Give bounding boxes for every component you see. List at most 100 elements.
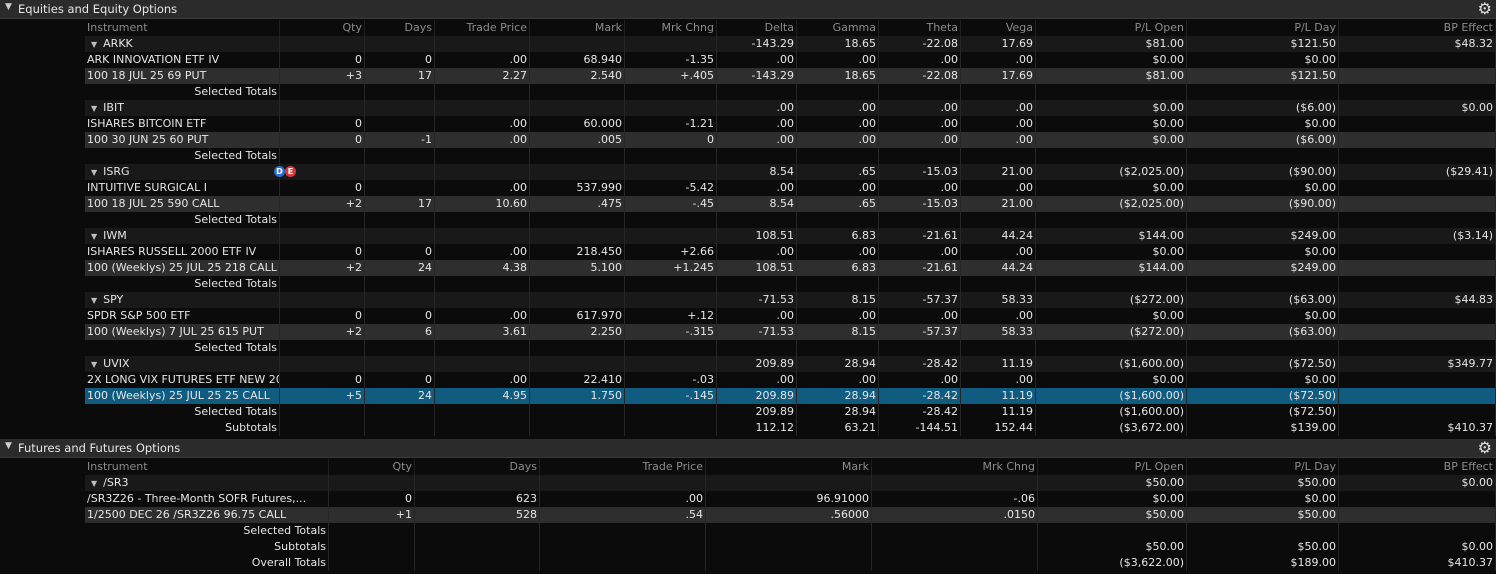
group-symbol[interactable]: ▼ IWM [85, 228, 280, 244]
position-group-spy[interactable]: ▼ SPY -71.53 8.15 -57.37 58.33 ($272.00) ($63.0… [85, 292, 1496, 308]
summary-cell: $81.00 [1036, 36, 1187, 52]
total-cell [1036, 148, 1187, 164]
total-cell [797, 148, 879, 164]
value-cell: 60.000 [530, 116, 625, 132]
value-cell: .54 [540, 507, 706, 523]
option-position-row[interactable]: 100 18 JUL 25 69 PUT +3 17 2.27 2.540 +.405 -1… [85, 68, 1496, 84]
summary-cell: -22.08 [879, 36, 961, 52]
underlying-row[interactable]: 2X LONG VIX FUTURES ETF NEW 2025 0 0.00 22.… [85, 372, 1496, 388]
total-cell [540, 523, 706, 539]
option-position-row[interactable]: 100 (Weeklys) 7 JUL 25 615 PUT +2 6 3.61 2.2… [85, 324, 1496, 340]
summary-cell: $0.00 [1339, 100, 1496, 116]
subtotal-cell: -144.51 [879, 420, 961, 436]
value-cell: 623 [415, 491, 540, 507]
futures-section-header[interactable]: ▼ Futures and Futures Options ⚙ [0, 438, 1496, 458]
instrument-name: ISHARES BITCOIN ETF [85, 116, 280, 132]
value-cell: ($72.50) [1187, 388, 1339, 404]
chevron-down-icon[interactable]: ▼ [91, 296, 97, 305]
value-cell: 0 [280, 308, 365, 324]
underlying-row[interactable]: /SR3Z26 - Three-Month SOFR Futures,... 0 6… [85, 491, 1496, 507]
chevron-down-icon[interactable]: ▼ [91, 479, 97, 488]
summary-cell [530, 292, 625, 308]
total-cell [435, 84, 530, 100]
value-cell: $0.00 [1187, 308, 1339, 324]
value-cell: $0.00 [1036, 244, 1187, 260]
value-cell: -.06 [872, 491, 1038, 507]
group-symbol[interactable]: ▼ IBIT [85, 100, 280, 116]
option-position-row[interactable]: 100 30 JUN 25 60 PUT 0 -1.00.005 0.00.00.00… [85, 132, 1496, 148]
value-cell: $50.00 [1187, 507, 1339, 523]
column-header: Qty [280, 20, 365, 36]
value-cell: -.145 [625, 388, 717, 404]
value-cell: 6.83 [797, 260, 879, 276]
value-cell: -1.35 [625, 52, 717, 68]
total-cell [280, 148, 365, 164]
value-cell: 2.540 [530, 68, 625, 84]
total-cell [961, 148, 1036, 164]
gear-icon[interactable]: ⚙ [1478, 438, 1492, 457]
underlying-row[interactable]: ISHARES RUSSELL 2000 ETF IV 0 0.00 218.450 +… [85, 244, 1496, 260]
underlying-row[interactable]: ARK INNOVATION ETF IV 0 0.00 68.940 -1.35.00… [85, 52, 1496, 68]
column-header-row: Instrument Qty Days Trade Price Mark Mrk Chng… [85, 20, 1496, 36]
value-cell: .00 [961, 132, 1036, 148]
position-group-uvix[interactable]: ▼ UVIX 209.89 28.94 -28.42 11.19 ($1,600.00) ($… [85, 356, 1496, 372]
option-position-row[interactable]: 100 (Weeklys) 25 JUL 25 218 CALL +2 24 4.38… [85, 260, 1496, 276]
value-cell: 0 [280, 372, 365, 388]
summary-cell [435, 164, 530, 180]
value-cell: +1.245 [625, 260, 717, 276]
value-cell: .00 [961, 52, 1036, 68]
total-cell [1187, 212, 1339, 228]
value-cell: .00 [961, 372, 1036, 388]
selected-totals-label: Selected Totals [85, 276, 280, 292]
chevron-down-icon[interactable]: ▼ [91, 360, 97, 369]
subtotal-cell: $50.00 [1187, 539, 1339, 555]
equities-section-header[interactable]: ▼ Equities and Equity Options ⚙ [0, 0, 1496, 19]
overall-cell: ($3,622.00) [1038, 555, 1187, 571]
summary-cell [625, 292, 717, 308]
group-symbol[interactable]: ▼ ARKK [85, 36, 280, 52]
underlying-row[interactable]: INTUITIVE SURGICAL I 0.00 537.990 -5.42.00.… [85, 180, 1496, 196]
selected-totals-label: Selected Totals [85, 340, 280, 356]
value-cell: .00 [879, 308, 961, 324]
chevron-down-icon[interactable]: ▼ [5, 441, 12, 451]
chevron-down-icon[interactable]: ▼ [91, 104, 97, 113]
value-cell: .475 [530, 196, 625, 212]
value-cell: .00 [961, 244, 1036, 260]
total-cell [1187, 148, 1339, 164]
group-symbol[interactable]: ▼ ISRG [85, 164, 280, 180]
chevron-down-icon[interactable]: ▼ [91, 168, 97, 177]
gear-icon[interactable]: ⚙ [1478, 0, 1492, 18]
subtotal-cell [706, 539, 872, 555]
total-cell [879, 148, 961, 164]
chevron-down-icon[interactable]: ▼ [91, 40, 97, 49]
value-cell: 11.19 [961, 388, 1036, 404]
underlying-row[interactable]: ISHARES BITCOIN ETF 0.00 60.000 -1.21.00.00… [85, 116, 1496, 132]
group-symbol[interactable]: ▼ /SR3 [85, 475, 329, 491]
value-cell: -28.42 [879, 388, 961, 404]
total-cell [872, 523, 1038, 539]
total-cell [879, 212, 961, 228]
value-cell: 3.61 [435, 324, 530, 340]
option-position-row[interactable]: 100 18 JUL 25 590 CALL +2 17 10.60.475 -.45 8… [85, 196, 1496, 212]
option-position-row[interactable]: 1/2500 DEC 26 /SR3Z26 96.75 CALL +1 528.54… [85, 507, 1496, 523]
position-group-arkk[interactable]: ▼ ARKK -143.29 18.65 -22.08 17.69 $81.00 $121.5… [85, 36, 1496, 52]
underlying-row[interactable]: SPDR S&P 500 ETF 0 0.00 617.970 +.12.00.00.0… [85, 308, 1496, 324]
option-position-row[interactable]: 100 (Weeklys) 25 JUL 25 25 CALL +5 24 4.95 1… [85, 388, 1496, 404]
total-cell [625, 340, 717, 356]
group-symbol[interactable]: ▼ SPY [85, 292, 280, 308]
summary-cell: ($72.50) [1187, 356, 1339, 372]
position-group-sr3[interactable]: ▼/SR3 $50.00 $50.00 $0.00 [85, 475, 1496, 491]
value-cell: .00 [961, 180, 1036, 196]
position-group-isrg[interactable]: ▼ ISRG D E 8.54.65 -15.03 21.00 ($2,025.00) ($90… [85, 164, 1496, 180]
value-cell [1339, 52, 1496, 68]
chevron-down-icon[interactable]: ▼ [91, 232, 97, 241]
value-cell: $0.00 [1036, 180, 1187, 196]
column-header: Trade Price [435, 20, 530, 36]
group-symbol[interactable]: ▼ UVIX [85, 356, 280, 372]
value-cell: .00 [879, 52, 961, 68]
summary-cell: ($6.00) [1187, 100, 1339, 116]
overall-cell: $189.00 [1187, 555, 1339, 571]
position-group-iwm[interactable]: ▼ IWM 108.51 6.83 -21.61 44.24 $144.00 $249.00(… [85, 228, 1496, 244]
chevron-down-icon[interactable]: ▼ [5, 2, 12, 12]
position-group-ibit[interactable]: ▼ IBIT .00.00.00.00 $0.00 ($6.00) $0.00 [85, 100, 1496, 116]
